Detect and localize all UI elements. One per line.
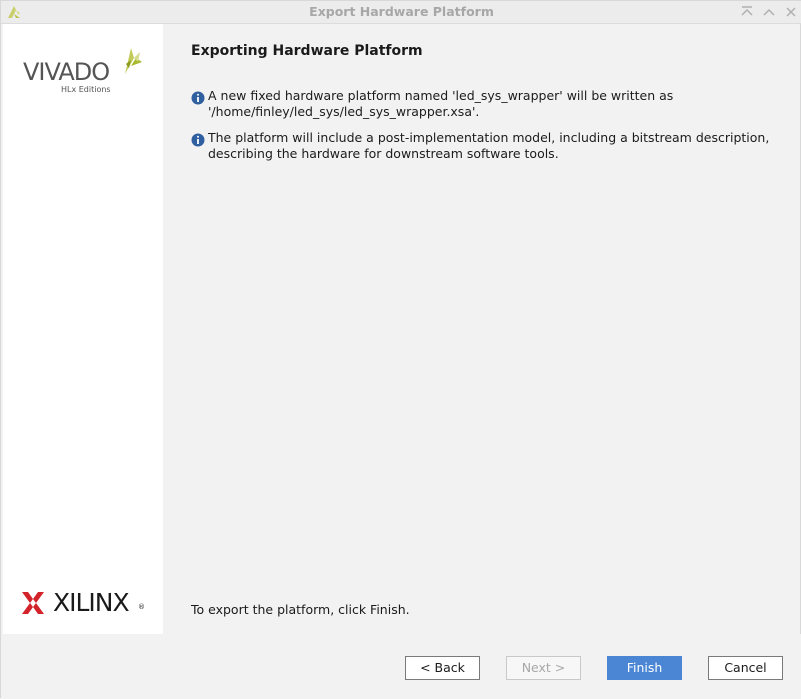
window-title: Export Hardware Platform [309,4,494,19]
finish-instruction: To export the platform, click Finish. [191,602,410,617]
info-icon [191,91,205,105]
vivado-logo-subtitle: HLx Editions [61,85,111,94]
restore-icon[interactable] [761,4,777,20]
wizard-sidebar: VIVADO HLx Editions XILINX ® [3,24,163,634]
info-line: '/home/finley/led_sys/led_sys_wrapper.xs… [208,104,480,119]
info-line: A new fixed hardware platform named 'led… [208,88,674,103]
export-hardware-platform-dialog: Export Hardware Platform VIVADO HLx Edit… [0,0,801,699]
wizard-content: Exporting Hardware Platform A new fixed … [163,24,800,634]
vivado-logo-word: VIVADO [23,58,110,86]
cancel-button[interactable]: Cancel [708,656,783,680]
info-message-text: A new fixed hardware platform named 'led… [208,88,788,120]
xilinx-registered-mark: ® [138,603,145,611]
maximize-icon[interactable] [739,4,755,20]
info-message-text: The platform will include a post-impleme… [208,130,788,162]
info-line: The platform will include a post-impleme… [208,130,770,145]
back-button[interactable]: < Back [405,656,480,680]
page-title: Exporting Hardware Platform [191,43,423,59]
xilinx-logo: XILINX ® [21,588,151,618]
title-bar[interactable]: Export Hardware Platform [1,1,801,24]
vivado-logo: VIVADO HLx Editions [23,44,148,104]
vivado-leaf-icon [125,48,142,74]
wizard-button-bar: < Back Next > Finish Cancel [1,634,801,699]
info-icon [191,133,205,147]
xilinx-logo-word: XILINX [53,588,130,617]
close-icon[interactable] [783,4,799,20]
finish-button[interactable]: Finish [607,656,682,680]
next-button[interactable]: Next > [506,656,581,680]
info-line: describing the hardware for downstream s… [208,146,559,161]
xilinx-x-icon [22,592,44,614]
